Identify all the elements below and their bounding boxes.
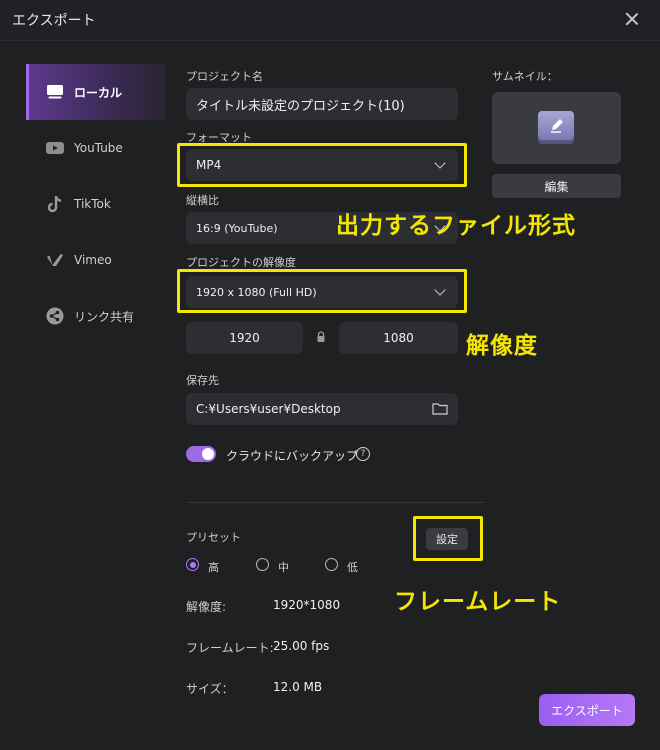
height-value: 1080 xyxy=(383,331,414,345)
close-icon[interactable] xyxy=(622,9,642,29)
youtube-icon xyxy=(44,139,66,157)
info-size-key: サイズ： xyxy=(186,682,234,696)
info-resolution-value: 1920*1080 xyxy=(273,598,341,612)
info-size-value: 12.0 MB xyxy=(273,680,323,694)
monitor-icon xyxy=(44,83,66,101)
project-name-label: プロジェクト名 xyxy=(186,70,263,83)
save-location-field[interactable]: C:¥Users¥user¥Desktop xyxy=(186,393,458,425)
cloud-backup-toggle[interactable] xyxy=(186,446,216,462)
file-format-annotation: 出力するファイル形式 xyxy=(336,213,576,239)
sidebar-item-label: ローカル xyxy=(74,85,123,100)
sidebar: ローカル YouTube TikTok Vimeo リンク共有 xyxy=(26,64,166,344)
sidebar-item-youtube[interactable]: YouTube xyxy=(26,120,166,176)
sidebar-item-local[interactable]: ローカル xyxy=(26,64,166,120)
preset-option-label: 中 xyxy=(278,561,289,574)
frame-rate-annotation: フレームレート xyxy=(394,589,562,615)
save-location-label: 保存先 xyxy=(186,374,219,387)
resolution-annotation: 解像度 xyxy=(466,333,538,359)
preset-radio-low[interactable] xyxy=(325,558,338,571)
sidebar-item-label: リンク共有 xyxy=(74,309,135,324)
aspect-value: 16:9 (YouTube) xyxy=(196,221,278,235)
project-name-value: タイトル未設定のプロジェクト(10) xyxy=(196,98,405,114)
sidebar-item-label: YouTube xyxy=(74,141,123,155)
share-icon xyxy=(44,307,66,325)
info-framerate-key: フレームレート: xyxy=(186,641,274,655)
height-input[interactable]: 1080 xyxy=(339,322,458,354)
width-value: 1920 xyxy=(229,331,260,345)
window-title: エクスポート xyxy=(12,13,96,29)
preset-option-label: 低 xyxy=(347,561,358,574)
info-framerate-value: 25.00 fps xyxy=(273,639,330,653)
edit-pencil-icon xyxy=(538,111,574,140)
vimeo-icon xyxy=(44,251,66,269)
sidebar-item-share[interactable]: リンク共有 xyxy=(26,288,166,344)
preset-radio-high[interactable] xyxy=(186,558,199,571)
sidebar-item-vimeo[interactable]: Vimeo xyxy=(26,232,166,288)
title-bar: エクスポート xyxy=(0,0,660,41)
save-location-value: C:¥Users¥user¥Desktop xyxy=(196,402,341,416)
info-resolution-key: 解像度: xyxy=(186,600,227,614)
folder-icon[interactable] xyxy=(432,402,448,415)
resolution-label: プロジェクトの解像度 xyxy=(186,256,296,269)
sidebar-item-tiktok[interactable]: TikTok xyxy=(26,176,166,232)
thumbnail-preview xyxy=(492,92,621,164)
sidebar-item-label: Vimeo xyxy=(74,253,112,267)
export-button[interactable]: エクスポート xyxy=(539,694,635,726)
sidebar-item-label: TikTok xyxy=(74,197,111,211)
divider xyxy=(186,502,486,503)
resolution-highlight-box xyxy=(177,269,467,313)
width-input[interactable]: 1920 xyxy=(186,322,303,354)
format-highlight-box xyxy=(177,143,467,187)
help-icon[interactable]: ? xyxy=(356,447,370,461)
preset-label: プリセット xyxy=(186,531,241,544)
project-name-field[interactable]: タイトル未設定のプロジェクト(10) xyxy=(186,88,458,120)
lock-icon[interactable] xyxy=(315,331,327,343)
aspect-label: 縦横比 xyxy=(186,194,219,207)
preset-option-label: 高 xyxy=(208,561,219,574)
cloud-backup-label: クラウドにバックアップ xyxy=(226,449,359,463)
tiktok-icon xyxy=(44,195,66,213)
preset-radio-medium[interactable] xyxy=(256,558,269,571)
thumbnail-edit-button[interactable]: 編集 xyxy=(492,174,621,198)
thumbnail-label: サムネイル： xyxy=(492,70,558,83)
settings-highlight-box xyxy=(413,516,483,561)
